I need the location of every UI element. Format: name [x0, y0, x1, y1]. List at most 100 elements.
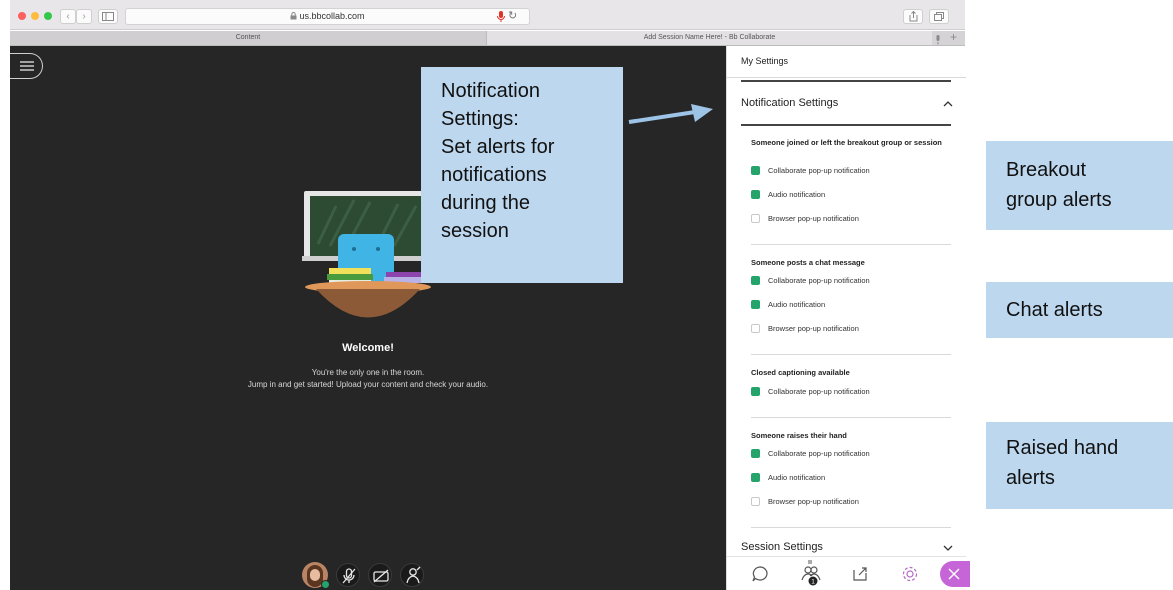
- callout-line: notifications: [441, 164, 547, 186]
- option-hand-browser-popup[interactable]: Browser pop-up notification: [751, 496, 951, 508]
- checkbox-checked[interactable]: [751, 300, 760, 309]
- option-label: Collaborate pop-up notification: [768, 449, 870, 458]
- lock-icon: [290, 12, 297, 20]
- browser-titlebar: ‹ › us.bbcollab.com ↻: [10, 0, 965, 30]
- new-tab-icon[interactable]: +: [950, 30, 957, 44]
- microphone-button[interactable]: [336, 563, 360, 587]
- attendees-icon[interactable]: 1: [799, 559, 823, 587]
- session-settings-header[interactable]: Session Settings: [741, 541, 823, 553]
- group-title-breakout: Someone joined or left the breakout grou…: [751, 138, 942, 147]
- share-content-icon[interactable]: [849, 563, 871, 585]
- back-icon[interactable]: ‹: [60, 9, 76, 24]
- stage: ‹ › us.bbcollab.com ↻ Content Add Sessio…: [0, 0, 1173, 590]
- option-breakout-collaborate-popup[interactable]: Collaborate pop-up notification: [751, 165, 951, 177]
- chevron-up-icon[interactable]: [943, 100, 953, 108]
- microphone-icon[interactable]: [497, 10, 505, 28]
- option-breakout-browser-popup[interactable]: Browser pop-up notification: [751, 213, 951, 225]
- option-chat-browser-popup[interactable]: Browser pop-up notification: [751, 323, 951, 335]
- raise-hand-icon: [406, 566, 421, 584]
- address-bar[interactable]: us.bbcollab.com: [125, 8, 530, 25]
- welcome-title: Welcome!: [342, 342, 394, 354]
- option-breakout-audio[interactable]: Audio notification: [751, 189, 951, 201]
- tabs-overview-icon[interactable]: [929, 9, 949, 24]
- reload-icon[interactable]: ↻: [508, 9, 517, 22]
- callout-raised-hand-alerts: Raised hand alerts: [986, 422, 1173, 509]
- tab-session[interactable]: Add Session Name Here! - Bb Collaborate: [487, 31, 932, 45]
- option-label: Audio notification: [768, 473, 826, 482]
- media-controls: [302, 560, 432, 590]
- microphone-muted-icon: [342, 568, 356, 584]
- panel-title: My Settings: [741, 56, 789, 66]
- option-chat-collaborate-popup[interactable]: Collaborate pop-up notification: [751, 275, 951, 287]
- chat-icon[interactable]: [749, 563, 771, 585]
- checkbox-checked[interactable]: [751, 190, 760, 199]
- callout-line: Settings:: [441, 108, 519, 130]
- divider: [727, 77, 966, 78]
- settings-panel: My Settings Notification Settings Someon…: [726, 46, 970, 590]
- checkbox-checked[interactable]: [751, 387, 760, 396]
- section-divider: [741, 80, 951, 82]
- callout-line: Raised hand: [1006, 437, 1119, 459]
- camera-off-icon: [373, 569, 389, 583]
- option-label: Browser pop-up notification: [768, 214, 859, 223]
- checkbox-checked[interactable]: [751, 449, 760, 458]
- callout-arrow: [628, 104, 713, 124]
- option-captioning-collaborate-popup[interactable]: Collaborate pop-up notification: [751, 386, 951, 398]
- option-label: Collaborate pop-up notification: [768, 276, 870, 285]
- callout-line: during the: [441, 192, 530, 214]
- checkbox-unchecked[interactable]: [751, 497, 760, 506]
- close-panel-button[interactable]: [940, 561, 970, 587]
- callout-chat-alerts: Chat alerts: [986, 282, 1173, 338]
- tab-content[interactable]: Content: [10, 31, 487, 45]
- divider: [751, 244, 951, 245]
- section-divider: [741, 124, 951, 126]
- callout-line: group alerts: [1006, 189, 1112, 211]
- group-title-captioning: Closed captioning available: [751, 368, 850, 377]
- callout-line: session: [441, 220, 509, 242]
- online-status-icon: [321, 580, 330, 589]
- option-hand-collaborate-popup[interactable]: Collaborate pop-up notification: [751, 448, 951, 460]
- chevron-down-icon[interactable]: [943, 544, 953, 552]
- close-icon: [948, 568, 960, 580]
- sidebar-toggle-icon[interactable]: [98, 9, 118, 24]
- notification-settings-header[interactable]: Notification Settings: [741, 97, 838, 109]
- panel-bottom-bar: 1: [727, 556, 970, 590]
- checkbox-checked[interactable]: [751, 166, 760, 175]
- checkbox-unchecked[interactable]: [751, 214, 760, 223]
- zoom-window-button[interactable]: [44, 12, 52, 20]
- url-text: us.bbcollab.com: [299, 11, 365, 21]
- callout-breakout-alerts: Breakout group alerts: [986, 141, 1173, 230]
- share-icon[interactable]: [903, 9, 923, 24]
- checkbox-unchecked[interactable]: [751, 324, 760, 333]
- group-title-chat: Someone posts a chat message: [751, 258, 865, 267]
- attendee-count-badge: 1: [811, 579, 815, 586]
- camera-button[interactable]: [368, 563, 392, 587]
- raise-hand-button[interactable]: [400, 563, 424, 587]
- session-menu-button[interactable]: [10, 53, 43, 79]
- callout-line: alerts: [1006, 467, 1055, 489]
- settings-gear-icon[interactable]: [899, 563, 921, 585]
- callout-line: Set alerts for: [441, 136, 555, 158]
- option-label: Collaborate pop-up notification: [768, 166, 870, 175]
- option-hand-audio[interactable]: Audio notification: [751, 472, 951, 484]
- callout-line: Chat alerts: [1006, 299, 1103, 321]
- option-label: Browser pop-up notification: [768, 324, 859, 333]
- divider: [751, 417, 951, 418]
- minimize-window-button[interactable]: [31, 12, 39, 20]
- divider: [751, 527, 951, 528]
- tab-bar: Content Add Session Name Here! - Bb Coll…: [10, 30, 965, 46]
- address-text: us.bbcollab.com: [126, 11, 529, 21]
- checkbox-checked[interactable]: [751, 473, 760, 482]
- welcome-message-line-2: Jump in and get started! Upload your con…: [247, 380, 489, 389]
- callout-line: Breakout: [1006, 159, 1087, 181]
- callout-line: Notification: [441, 80, 540, 102]
- hamburger-icon: [20, 61, 34, 71]
- close-window-button[interactable]: [18, 12, 26, 20]
- option-chat-audio[interactable]: Audio notification: [751, 299, 951, 311]
- welcome-illustration: [302, 191, 434, 318]
- callout-notification-settings: Notification Settings: Set alerts for no…: [421, 67, 623, 283]
- checkbox-checked[interactable]: [751, 276, 760, 285]
- option-label: Audio notification: [768, 190, 826, 199]
- forward-icon[interactable]: ›: [76, 9, 92, 24]
- option-label: Browser pop-up notification: [768, 497, 859, 506]
